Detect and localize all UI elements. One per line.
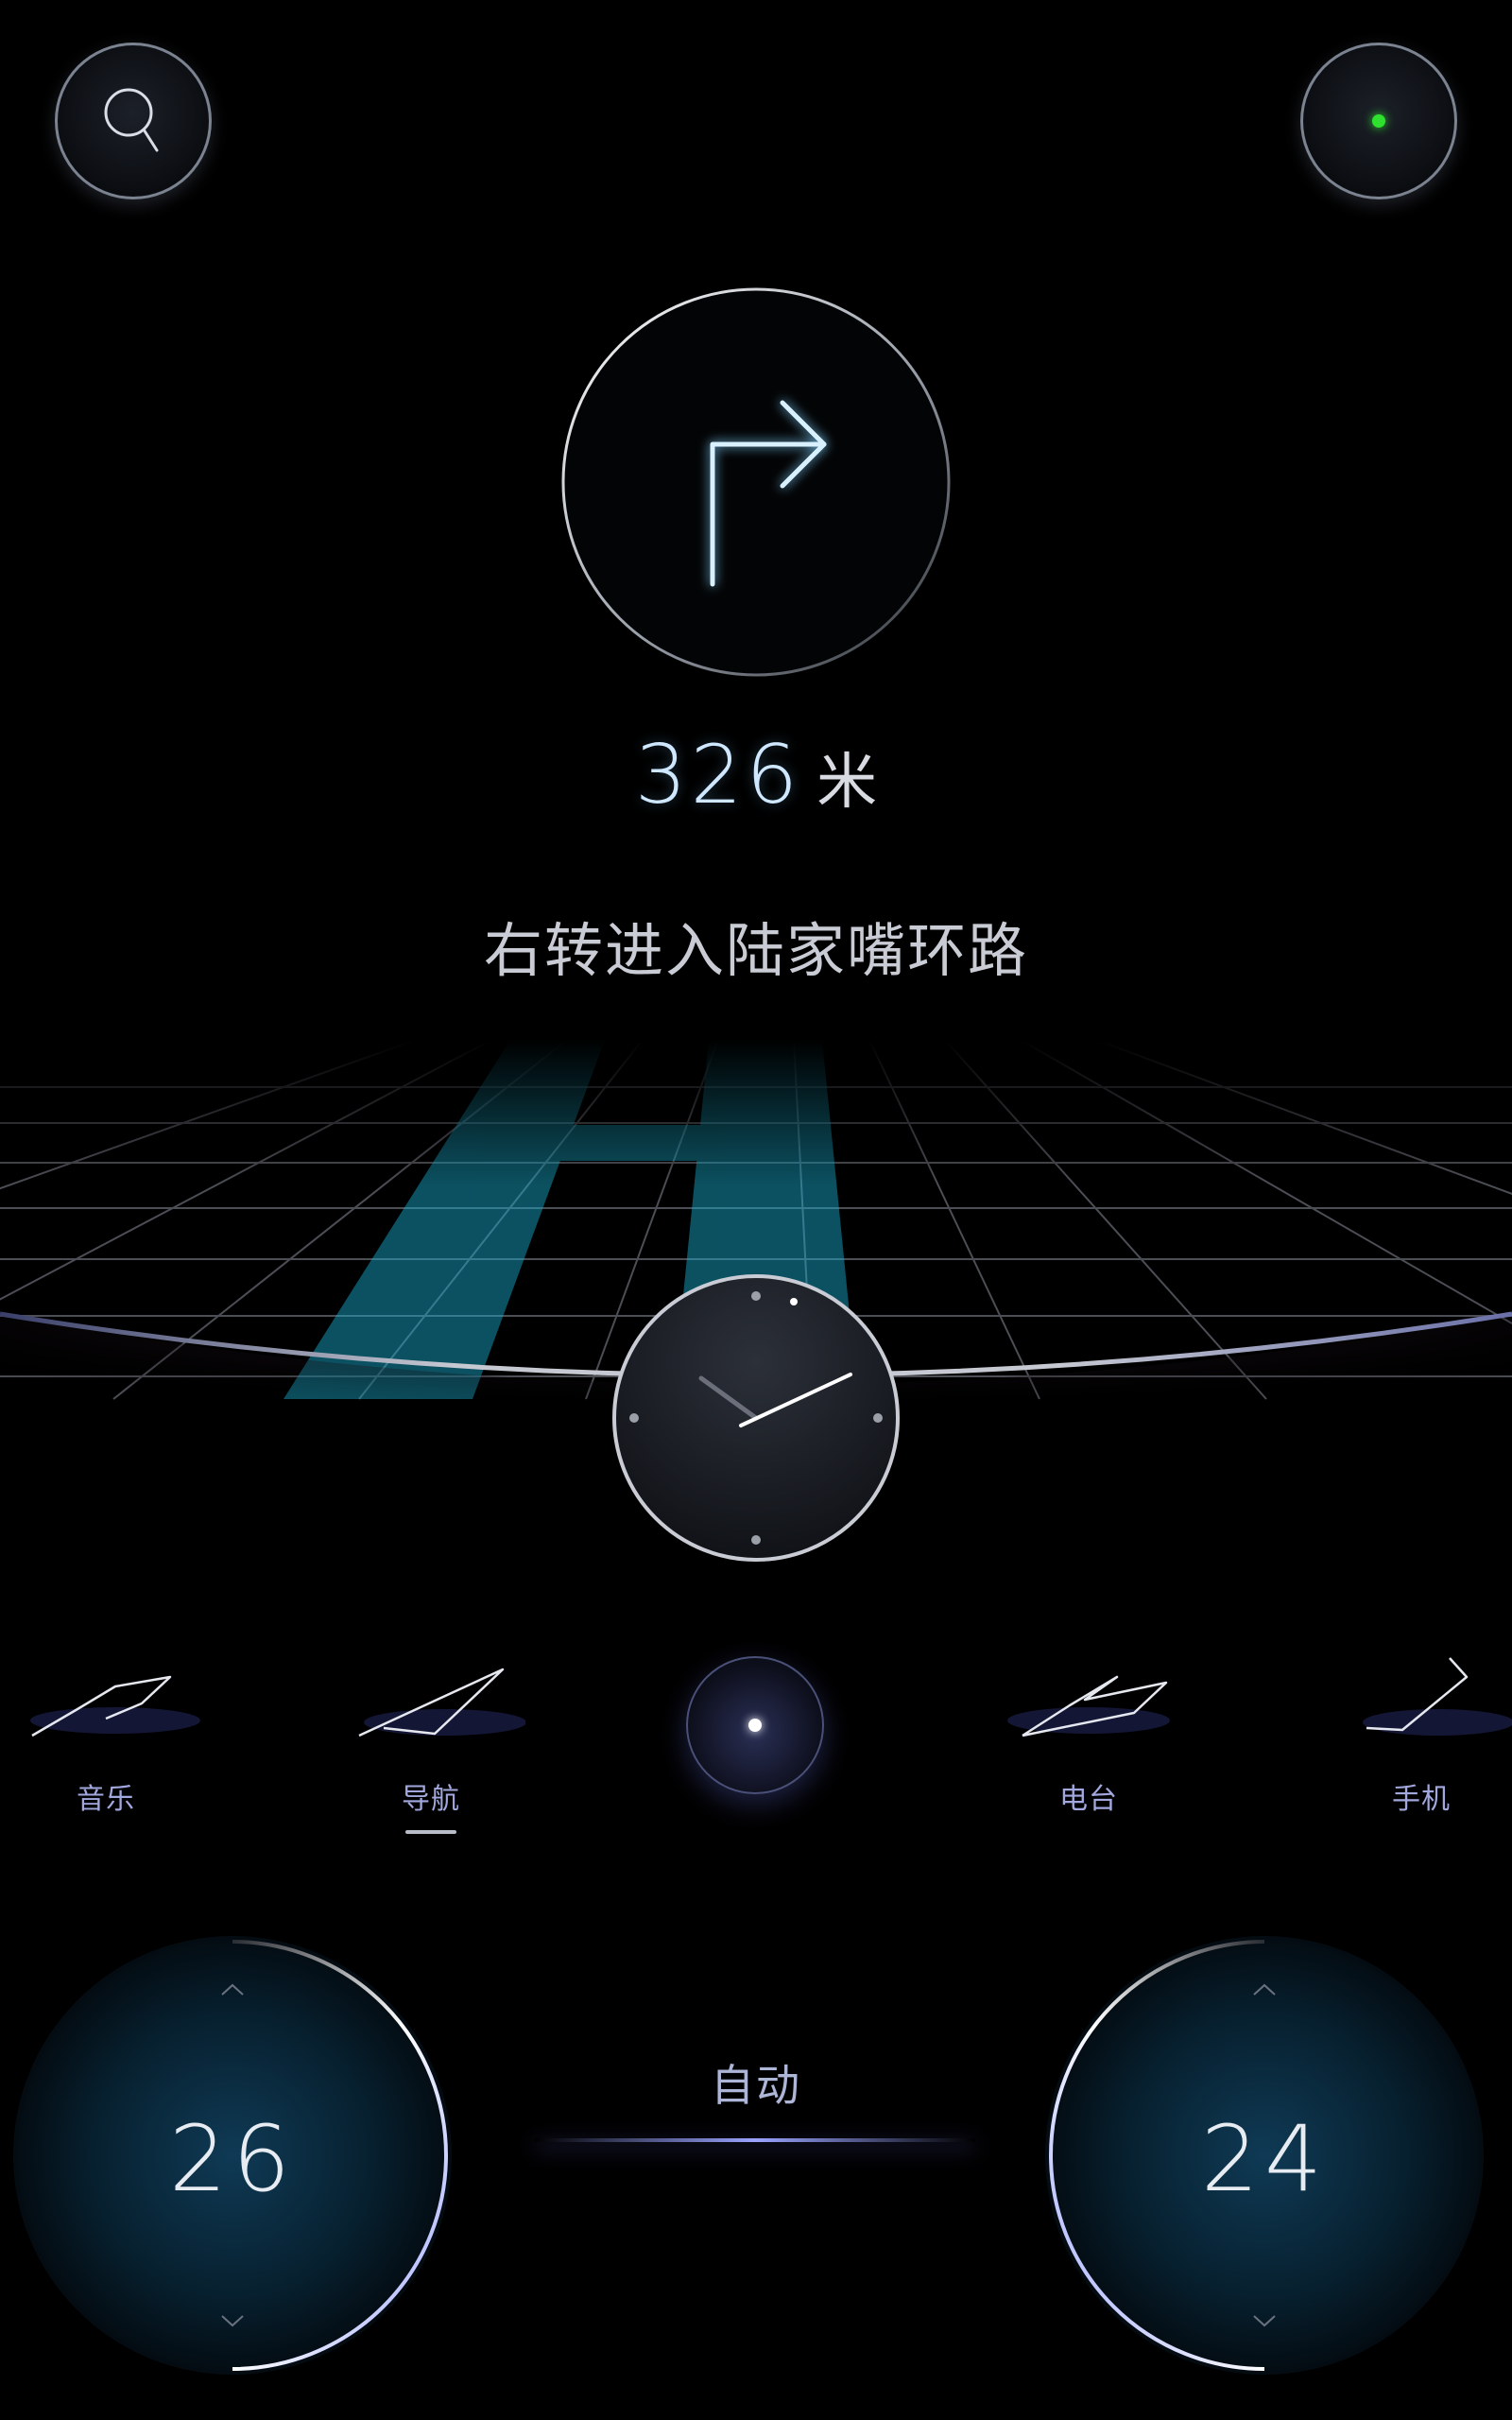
status-dot-icon	[1372, 114, 1385, 128]
climate-mode-label[interactable]: 自动	[567, 2051, 945, 2114]
temp-up-chevron-icon[interactable]	[1252, 1978, 1277, 2002]
left-temp-value: 26	[168, 2106, 297, 2212]
clock-tick-6	[751, 1535, 761, 1545]
distance-unit: 米	[816, 748, 878, 818]
active-tab-indicator	[405, 1830, 456, 1834]
phone-icon	[1363, 1657, 1512, 1736]
music-icon	[30, 1675, 200, 1737]
temp-up-chevron-icon[interactable]	[220, 1978, 245, 2002]
navigation-icon	[358, 1668, 525, 1737]
clock-second-marker	[790, 1298, 798, 1305]
climate-mode-bar	[535, 2138, 975, 2142]
clock-tick-12	[751, 1291, 761, 1301]
dock-label-music: 音乐	[77, 1783, 135, 1816]
dock-label-radio: 电台	[1059, 1783, 1118, 1816]
clock-tick-3	[873, 1413, 883, 1423]
dock-item-navigation[interactable]: 导航	[336, 1645, 525, 1834]
right-temperature-dial[interactable]: 24	[1045, 1936, 1484, 2375]
analog-clock[interactable]	[609, 1270, 903, 1565]
radio-icon	[1007, 1675, 1170, 1737]
turn-direction-panel	[561, 287, 951, 677]
clock-tick-9	[629, 1413, 639, 1423]
dock-item-radio[interactable]: 电台	[994, 1645, 1183, 1817]
distance-readout: 326 米	[0, 728, 1512, 822]
turn-instruction: 右转进入陆家嘴环路	[483, 916, 1028, 985]
right-temp-value: 24	[1200, 2106, 1329, 2212]
search-button[interactable]	[55, 43, 212, 199]
dock-item-music[interactable]: 音乐	[11, 1645, 200, 1817]
dock-item-phone[interactable]: 手机	[1327, 1645, 1512, 1817]
status-indicator-button[interactable]	[1300, 43, 1457, 199]
temp-down-chevron-icon[interactable]	[1252, 2308, 1277, 2333]
left-temperature-dial[interactable]: 26	[13, 1936, 452, 2375]
home-button[interactable]	[686, 1656, 824, 1794]
dock-label-phone: 手机	[1392, 1783, 1451, 1816]
dock-label-navigation: 导航	[402, 1783, 460, 1816]
temp-down-chevron-icon[interactable]	[220, 2308, 245, 2333]
distance-value: 326	[634, 728, 802, 822]
search-icon	[104, 88, 159, 152]
home-dot-icon	[748, 1719, 762, 1732]
